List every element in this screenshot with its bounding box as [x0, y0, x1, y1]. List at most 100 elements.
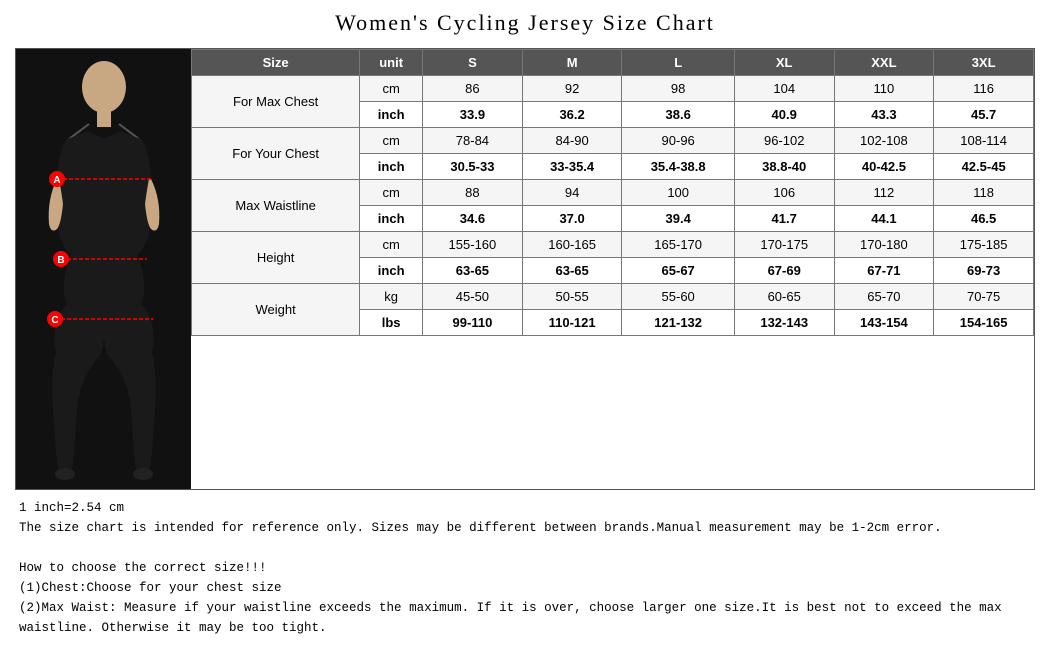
- data-cell: 132-143: [734, 310, 834, 336]
- data-cell: 121-132: [622, 310, 734, 336]
- data-cell: 38.8-40: [734, 154, 834, 180]
- data-cell: 33.9: [423, 102, 523, 128]
- notes-section: 1 inch=2.54 cm The size chart is intende…: [15, 490, 1035, 646]
- data-cell: 37.0: [522, 206, 622, 232]
- data-cell: 92: [522, 76, 622, 102]
- data-cell: 165-170: [622, 232, 734, 258]
- data-cell: 45.7: [934, 102, 1034, 128]
- data-cell: 69-73: [934, 258, 1034, 284]
- data-cell: 175-185: [934, 232, 1034, 258]
- table-header-row: Size unit S M L XL XXL 3XL: [192, 50, 1034, 76]
- svg-text:C: C: [51, 315, 58, 326]
- data-cell: 88: [423, 180, 523, 206]
- category-weight: Weight: [192, 284, 360, 336]
- note-line-6: (2)Max Waist: Measure if your waistline …: [19, 598, 1031, 638]
- unit-cell: lbs: [360, 310, 423, 336]
- data-cell: 116: [934, 76, 1034, 102]
- header-3xl: 3XL: [934, 50, 1034, 76]
- table-row: For Max Chest cm 86 92 98 104 110 116: [192, 76, 1034, 102]
- data-cell: 63-65: [522, 258, 622, 284]
- data-cell: 112: [834, 180, 934, 206]
- model-figure: A B C: [29, 49, 179, 489]
- data-cell: 110: [834, 76, 934, 102]
- data-cell: 94: [522, 180, 622, 206]
- unit-cell: cm: [360, 76, 423, 102]
- data-cell: 60-65: [734, 284, 834, 310]
- data-cell: 170-180: [834, 232, 934, 258]
- table-area: Size unit S M L XL XXL 3XL For Max Chest: [191, 49, 1034, 489]
- data-cell: 104: [734, 76, 834, 102]
- data-cell: 33-35.4: [522, 154, 622, 180]
- chart-container: A B C Size unit S: [15, 48, 1035, 490]
- header-m: M: [522, 50, 622, 76]
- table-row: Weight kg 45-50 50-55 55-60 60-65 65-70 …: [192, 284, 1034, 310]
- table-row: Max Waistline cm 88 94 100 106 112 118: [192, 180, 1034, 206]
- data-cell: 65-70: [834, 284, 934, 310]
- unit-cell: inch: [360, 102, 423, 128]
- category-your-chest: For Your Chest: [192, 128, 360, 180]
- data-cell: 45-50: [423, 284, 523, 310]
- page-wrapper: Women's Cycling Jersey Size Chart: [0, 0, 1050, 661]
- data-cell: 42.5-45: [934, 154, 1034, 180]
- table-row: For Your Chest cm 78-84 84-90 90-96 96-1…: [192, 128, 1034, 154]
- data-cell: 50-55: [522, 284, 622, 310]
- data-cell: 108-114: [934, 128, 1034, 154]
- svg-text:A: A: [53, 175, 60, 186]
- data-cell: 96-102: [734, 128, 834, 154]
- note-line-1: 1 inch=2.54 cm: [19, 498, 1031, 518]
- data-cell: 90-96: [622, 128, 734, 154]
- header-s: S: [423, 50, 523, 76]
- data-cell: 43.3: [834, 102, 934, 128]
- table-row: Height cm 155-160 160-165 165-170 170-17…: [192, 232, 1034, 258]
- unit-cell: cm: [360, 180, 423, 206]
- data-cell: 34.6: [423, 206, 523, 232]
- unit-cell: cm: [360, 232, 423, 258]
- data-cell: 160-165: [522, 232, 622, 258]
- header-unit: unit: [360, 50, 423, 76]
- data-cell: 78-84: [423, 128, 523, 154]
- header-size: Size: [192, 50, 360, 76]
- data-cell: 35.4-38.8: [622, 154, 734, 180]
- data-cell: 67-71: [834, 258, 934, 284]
- data-cell: 86: [423, 76, 523, 102]
- data-cell: 106: [734, 180, 834, 206]
- data-cell: 155-160: [423, 232, 523, 258]
- data-cell: 70-75: [934, 284, 1034, 310]
- note-line-4: How to choose the correct size!!!: [19, 558, 1031, 578]
- data-cell: 154-165: [934, 310, 1034, 336]
- svg-text:B: B: [57, 255, 64, 266]
- data-cell: 46.5: [934, 206, 1034, 232]
- unit-cell: inch: [360, 258, 423, 284]
- data-cell: 118: [934, 180, 1034, 206]
- header-xl: XL: [734, 50, 834, 76]
- category-max-chest: For Max Chest: [192, 76, 360, 128]
- data-cell: 55-60: [622, 284, 734, 310]
- data-cell: 39.4: [622, 206, 734, 232]
- data-cell: 65-67: [622, 258, 734, 284]
- data-cell: 100: [622, 180, 734, 206]
- data-cell: 38.6: [622, 102, 734, 128]
- header-xxl: XXL: [834, 50, 934, 76]
- size-table: Size unit S M L XL XXL 3XL For Max Chest: [191, 49, 1034, 336]
- image-column: A B C: [16, 49, 191, 489]
- data-cell: 36.2: [522, 102, 622, 128]
- note-line-2: The size chart is intended for reference…: [19, 518, 1031, 538]
- data-cell: 102-108: [834, 128, 934, 154]
- header-l: L: [622, 50, 734, 76]
- data-cell: 110-121: [522, 310, 622, 336]
- unit-cell: kg: [360, 284, 423, 310]
- note-spacer: [19, 538, 1031, 558]
- data-cell: 170-175: [734, 232, 834, 258]
- note-line-5: (1)Chest:Choose for your chest size: [19, 578, 1031, 598]
- unit-cell: cm: [360, 128, 423, 154]
- data-cell: 98: [622, 76, 734, 102]
- data-cell: 40-42.5: [834, 154, 934, 180]
- page-title: Women's Cycling Jersey Size Chart: [15, 10, 1035, 36]
- unit-cell: inch: [360, 206, 423, 232]
- data-cell: 67-69: [734, 258, 834, 284]
- data-cell: 41.7: [734, 206, 834, 232]
- unit-cell: inch: [360, 154, 423, 180]
- data-cell: 63-65: [423, 258, 523, 284]
- category-height: Height: [192, 232, 360, 284]
- data-cell: 99-110: [423, 310, 523, 336]
